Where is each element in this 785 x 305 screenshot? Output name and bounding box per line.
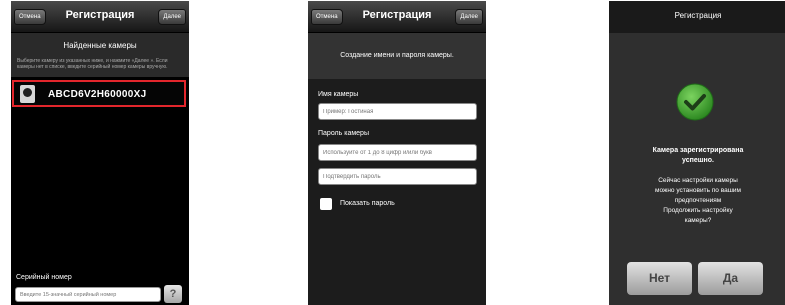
continue-prompt: Сейчас настройки камеры можно установить… [609,176,785,226]
serial-number-input[interactable] [15,287,161,302]
nav-bar: Отмена Регистрация Далее [11,1,189,33]
prompt-line: можно установить по вашим [654,187,742,194]
screen-registration-success: Регистрация Камера зарегистрирована успе… [609,1,785,305]
prompt-line: камеры? [684,217,712,224]
no-button[interactable]: Нет [627,262,692,295]
camera-list-item[interactable]: ABCD6V2H60000XJ [12,80,186,107]
prompt-line: Сейчас настройки камеры [658,177,738,184]
found-cameras-header: Найденные камеры Выберите камеру из указ… [11,33,189,77]
camera-id: ABCD6V2H60000XJ [48,89,147,100]
success-check-icon [676,83,714,121]
confirm-password-input[interactable] [318,168,477,185]
camera-icon [20,85,35,103]
success-message: Камера зарегистрирована успешно. [609,146,785,166]
found-cameras-title: Найденные камеры [63,41,137,50]
yes-button[interactable]: Да [698,262,763,295]
success-line: успешно. [681,157,715,164]
found-cameras-description: Выберите камеру из указанных ниже, и наж… [17,58,168,70]
prompt-line: Продолжить настройку [663,207,733,214]
credentials-header-text: Создание имени и пароля камеры. [340,52,454,59]
show-password-checkbox[interactable] [320,198,332,210]
nav-bar: Регистрация [609,1,785,33]
camera-password-label: Пароль камеры [318,130,369,137]
serial-number-label: Серийный номер [16,274,72,281]
camera-name-input[interactable] [318,103,477,120]
nav-title: Регистрация [674,11,722,20]
screen-create-credentials: Отмена Регистрация Далее Создание имени … [308,1,486,305]
success-line: Камера зарегистрирована [652,147,744,154]
prompt-line: предпочтениям [674,197,722,204]
nav-bar: Отмена Регистрация Далее [308,1,486,33]
next-button[interactable]: Далее [455,9,483,25]
help-button[interactable]: ? [164,285,182,303]
camera-password-input[interactable] [318,144,477,161]
credentials-header: Создание имени и пароля камеры. [308,33,486,79]
show-password-label: Показать пароль [340,200,395,207]
camera-name-label: Имя камеры [318,91,359,98]
screen-found-cameras: Отмена Регистрация Далее Найденные камер… [11,1,189,305]
next-button[interactable]: Далее [158,9,186,25]
